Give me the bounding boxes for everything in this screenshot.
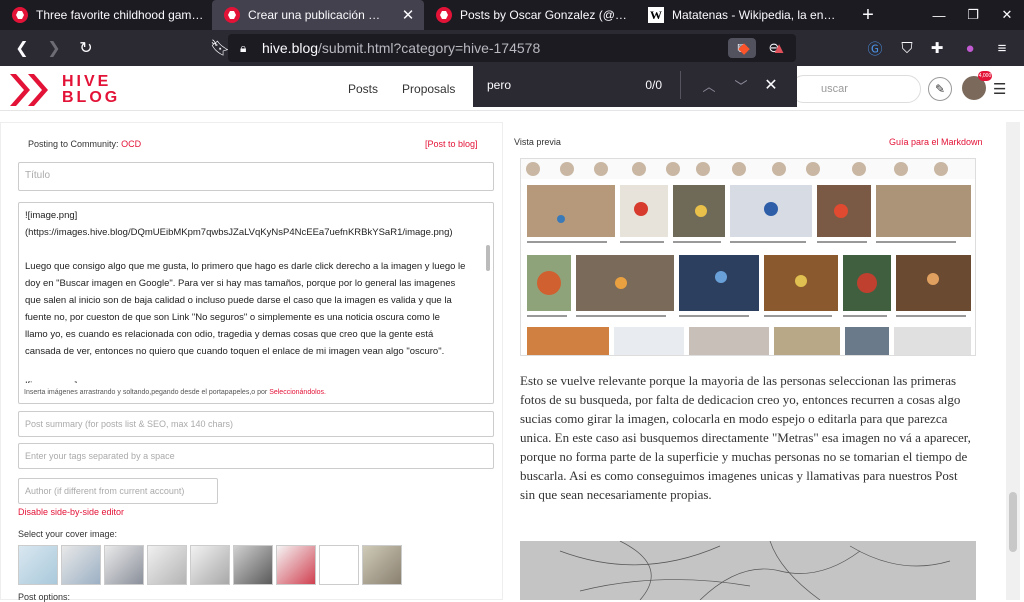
tab-title: Three favorite childhood games (W (36, 8, 204, 22)
site-search-input[interactable]: uscar (790, 75, 921, 103)
body-text: ![image.png] (https://images.hive.blog/DQ… (25, 207, 483, 383)
reload-icon[interactable]: ↻ (70, 34, 102, 62)
extensions-icon[interactable]: ✚ (922, 30, 952, 66)
disable-side-by-side-link[interactable]: Disable side-by-side editor (18, 507, 124, 517)
wikipedia-icon: W (648, 7, 664, 23)
body-line: Luego que consigo algo que me gusta, lo … (25, 261, 466, 272)
site-nav: Posts Proposals W (348, 82, 491, 96)
rewards-icon[interactable]: ▲ (764, 30, 794, 66)
close-window-icon[interactable]: ✕ (990, 0, 1024, 30)
select-files-link[interactable]: Seleccionándolos. (269, 389, 326, 396)
url-path: /submit.html?category=hive-174578 (318, 40, 541, 56)
cover-image-label: Select your cover image: (18, 529, 118, 539)
upload-hint-text: Inserta imágenes arrastrando y soltando,… (24, 389, 268, 396)
body-line: (https://images.hive.blog/DQmUEibMKpm7qw… (25, 227, 453, 238)
title-input[interactable]: Título (18, 162, 494, 191)
url-bar[interactable]: 🔒︎ hive.blog/submit.html?category=hive-1… (228, 34, 796, 62)
cover-thumb[interactable] (362, 545, 402, 585)
preview-image-search-screenshot (520, 158, 976, 356)
notification-badge: 4,000 (978, 71, 992, 81)
find-next-icon[interactable]: ﹀ (725, 76, 757, 95)
compose-pen-icon[interactable]: ✎ (928, 77, 952, 101)
forward-icon[interactable]: ❯ (38, 34, 70, 62)
posting-to-community: Posting to Community: OCD (28, 139, 141, 149)
page-scrollbar-thumb[interactable] (1009, 492, 1017, 552)
hive-icon (224, 7, 240, 23)
tab-title: Matatenas - Wikipedia, la enciclope (672, 8, 840, 22)
page-scrollbar[interactable] (1006, 122, 1020, 600)
url-host: hive.blog (262, 40, 319, 56)
cover-thumb[interactable] (190, 545, 230, 585)
body-line (25, 241, 483, 258)
find-divider (680, 71, 681, 99)
profile-icon[interactable]: ● (955, 30, 985, 66)
hive-icon (12, 7, 28, 23)
translate-icon[interactable]: Ⓖ (860, 30, 890, 66)
back-icon[interactable]: ❮ (6, 34, 38, 62)
menu-icon[interactable]: ≡ (987, 30, 1017, 66)
hamburger-menu-icon[interactable]: ☰ (993, 80, 1006, 98)
find-match-count: 0/0 (645, 78, 662, 92)
body-line: que salen al inicio son de baja calidad … (25, 295, 452, 306)
author-input[interactable]: Author (if different from current accoun… (18, 478, 218, 504)
find-close-icon[interactable]: ✕ (757, 75, 785, 95)
browser-tab-bar: Three favorite childhood games (W Crear … (0, 0, 1024, 30)
cover-thumb[interactable] (233, 545, 273, 585)
hive-logo-icon (10, 74, 54, 106)
preview-sketch-image (520, 541, 976, 600)
body-line: cansada de ver, entonces no quiero que c… (25, 346, 445, 357)
logo-text-bottom: BLOG (62, 89, 121, 106)
nav-posts[interactable]: Posts (348, 82, 378, 96)
cover-image-options (18, 545, 402, 585)
tab-title: Posts by Oscar Gonzalez (@random (460, 8, 628, 22)
body-line: ![image.png] (25, 377, 483, 383)
textarea-scrollbar[interactable] (485, 205, 491, 381)
summary-input[interactable]: Post summary (for posts list & SEO, max … (18, 411, 494, 437)
body-line: llamo yo, es cuando es relacionada con o… (25, 329, 434, 340)
hive-icon (436, 7, 452, 23)
posting-label: Posting to Community: (28, 139, 119, 149)
cover-thumb[interactable] (61, 545, 101, 585)
shield-extension-icon[interactable]: ⛉ (892, 30, 922, 66)
tags-input[interactable]: Enter your tags separated by a space (18, 443, 494, 469)
browser-tab-2[interactable]: Crear una publicación — Hive ✕ (212, 0, 424, 30)
find-in-page-bar: pero 0/0 ︿ ﹀ ✕ (473, 63, 797, 107)
find-previous-icon[interactable]: ︿ (693, 76, 725, 95)
body-textarea[interactable]: ![image.png] (https://images.hive.blog/DQ… (18, 202, 494, 404)
minimize-icon[interactable]: — (922, 0, 956, 30)
post-options-label: Post options: (18, 592, 71, 602)
body-line (25, 360, 483, 377)
browser-tab-3[interactable]: Posts by Oscar Gonzalez (@random (424, 0, 636, 30)
body-line: fuente no, por cueston de que son Link "… (25, 312, 440, 323)
browser-tab-1[interactable]: Three favorite childhood games (W (0, 0, 212, 30)
preview-label: Vista previa (514, 137, 561, 147)
body-line: ![image.png] (25, 210, 78, 221)
community-link[interactable]: OCD (121, 139, 141, 149)
brave-shield-icon[interactable]: ◆ (729, 30, 759, 66)
cover-thumb[interactable] (319, 545, 359, 585)
browser-tab-4[interactable]: W Matatenas - Wikipedia, la enciclope (636, 0, 848, 30)
lock-icon: 🔒︎ (240, 40, 247, 55)
window-controls: — ❐ ✕ (922, 0, 1024, 30)
preview-paragraph: Esto se vuelve relevante porque la mayor… (520, 373, 971, 502)
tab-title: Crear una publicación — Hive (248, 8, 392, 22)
marbles-search-results-image (521, 159, 975, 355)
logo-text-top: HIVE (62, 73, 112, 90)
nav-proposals[interactable]: Proposals (402, 82, 455, 96)
cover-thumb[interactable] (147, 545, 187, 585)
cover-thumb[interactable] (276, 545, 316, 585)
sketch-drawing-image (520, 541, 976, 600)
new-tab-button[interactable]: + (848, 0, 888, 30)
cover-thumb[interactable] (104, 545, 144, 585)
find-input[interactable]: pero (487, 78, 622, 92)
restore-icon[interactable]: ❐ (956, 0, 990, 30)
upload-hint: Inserta imágenes arrastrando y soltando,… (24, 389, 326, 396)
markdown-guide-link[interactable]: Guía para el Markdown (889, 137, 983, 147)
body-line: doy en "Buscar imagen en Google". Para v… (25, 278, 456, 289)
close-tab-icon[interactable]: ✕ (400, 6, 416, 24)
cover-thumb[interactable] (18, 545, 58, 585)
post-to-blog-link[interactable]: [Post to blog] (425, 139, 478, 149)
hive-blog-logo[interactable]: HIVE BLOG (10, 74, 120, 106)
